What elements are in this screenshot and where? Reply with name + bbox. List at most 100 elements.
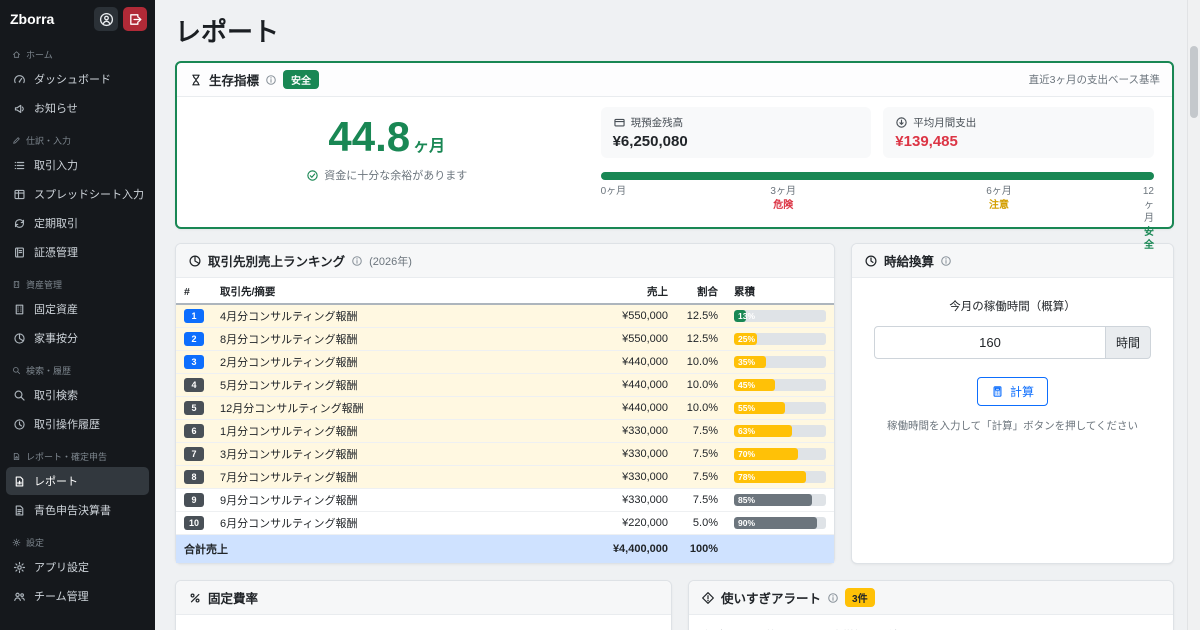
alerts-title: 使いすぎアラート <box>721 592 822 606</box>
pie-chart-icon <box>188 254 202 268</box>
survival-stats: 現預金残高 ¥6,250,080 平均月間支出 ¥139,485 0ヶ月 3ヶ月危… <box>600 107 1154 251</box>
hours-input-group: 時間 <box>874 326 1151 359</box>
clock-icon <box>864 254 878 268</box>
logout-icon <box>128 12 143 27</box>
hours-input[interactable] <box>874 326 1106 359</box>
scale-mark: 0ヶ月 <box>600 186 627 197</box>
info-icon[interactable] <box>351 255 363 267</box>
scale-mark: 3ヶ月 危険 <box>770 186 796 211</box>
total-label: 合計売上 <box>176 534 594 563</box>
ranking-item-sales: ¥550,000 <box>594 304 676 328</box>
sidebar-item[interactable]: 家事按分 <box>6 324 149 352</box>
rank-badge: 10 <box>184 516 204 530</box>
clockh-icon <box>13 418 26 431</box>
ranking-item-name: 12月分コンサルティング報酬 <box>212 396 594 420</box>
sidebar-item[interactable]: 定期取引 <box>6 209 149 237</box>
fixed-cost-title: 固定費率 <box>208 592 259 606</box>
ranking-item-name: 8月分コンサルティング報酬 <box>212 327 594 351</box>
cumulative-bar: 13% <box>734 310 826 322</box>
rank-badge: 4 <box>184 378 204 392</box>
ranking-card: 取引先別売上ランキング (2026年) # 取引先/摘要 売上 割合 累積 1 … <box>175 243 835 564</box>
rank-badge: 6 <box>184 424 204 438</box>
sidebar-item[interactable]: 固定資産 <box>6 295 149 323</box>
ranking-row: 9 9月分コンサルティング報酬 ¥330,000 7.5% 85% <box>176 488 834 512</box>
survival-progress-track <box>600 172 1154 180</box>
check-circle-icon <box>306 169 319 182</box>
scrollbar[interactable] <box>1187 0 1200 630</box>
account-button[interactable] <box>94 7 118 31</box>
fixed-cost-card-header: 固定費率 <box>176 581 671 615</box>
ranking-item-share: 10.0% <box>676 350 726 374</box>
info-icon[interactable] <box>940 255 952 267</box>
gear-icon <box>13 561 26 574</box>
fixed-cost-card: 固定費率 26.3% 固定費が売上に占める割合 <box>175 580 672 630</box>
cumulative-bar: 55% <box>734 402 826 414</box>
survival-months: 44.8 ヶ月 資金に十分な余裕があります <box>195 107 579 183</box>
ranking-item-name: 4月分コンサルティング報酬 <box>212 304 594 328</box>
rank-badge: 2 <box>184 332 204 346</box>
sidebar-item[interactable]: アプリ設定 <box>6 553 149 581</box>
ranking-item-share: 10.0% <box>676 396 726 420</box>
sidebar-item[interactable]: 取引操作履歴 <box>6 410 149 438</box>
ranking-table: # 取引先/摘要 売上 割合 累積 1 4月分コンサルティング報酬 ¥550,000… <box>176 278 834 563</box>
ranking-item-share: 12.5% <box>676 304 726 328</box>
speedo-icon <box>13 73 26 86</box>
rank-badge: 1 <box>184 309 204 323</box>
search-icon <box>12 366 21 375</box>
ranking-item-share: 7.5% <box>676 442 726 466</box>
cumulative-bar: 25% <box>734 333 826 345</box>
scale-mark: 12ヶ月 安全 <box>1142 186 1154 251</box>
page-title: レポート <box>175 17 280 47</box>
scrollbar-thumb[interactable] <box>1190 46 1198 118</box>
fixed-cost-body: 26.3% 固定費が売上に占める割合 <box>176 615 671 630</box>
mega-icon <box>13 102 26 115</box>
sidebar-item[interactable]: チーム管理 <box>6 582 149 610</box>
sidebar-item[interactable]: ダッシュボード <box>6 65 149 93</box>
repeat-icon <box>13 217 26 230</box>
sidebar-item[interactable]: 証憑管理 <box>6 238 149 266</box>
ranking-item-name: 1月分コンサルティング報酬 <box>212 419 594 443</box>
sidebar-header: Zborra <box>0 0 155 37</box>
hourglass-icon <box>189 73 203 87</box>
ranking-item-sales: ¥440,000 <box>594 396 676 420</box>
info-icon[interactable] <box>827 592 839 604</box>
ranking-item-sales: ¥330,000 <box>594 465 676 489</box>
sidebar-section-label: 資産管理 <box>0 267 155 294</box>
cash-balance-value: ¥6,250,080 <box>612 133 688 150</box>
total-sales: ¥4,400,000 <box>594 534 676 563</box>
info-icon[interactable] <box>265 74 277 86</box>
sidebar-item[interactable]: レポート <box>6 467 149 495</box>
journal-icon <box>13 246 26 259</box>
sidebar-item[interactable]: スプレッドシート入力 <box>6 180 149 208</box>
survival-card-body: 44.8 ヶ月 資金に十分な余裕があります 現預金残高 ¥6,250,080 平均… <box>177 97 1172 251</box>
rank-badge: 7 <box>184 447 204 461</box>
cash-balance-label: 現預金残高 <box>630 117 684 129</box>
arrow-down-circle-icon <box>895 116 908 129</box>
sidebar-item[interactable]: お知らせ <box>6 94 149 122</box>
ranking-row: 7 3月分コンサルティング報酬 ¥330,000 7.5% 70% <box>176 442 834 466</box>
sidebar-section-label: ホーム <box>0 37 155 64</box>
cumulative-bar: 35% <box>734 356 826 368</box>
sidebar-item[interactable]: 青色申告決算書 <box>6 496 149 524</box>
app-root: Zborra ホーム ダッシュボード お知らせ 仕訳・入力 取引入力 スプレッドシート入力… <box>0 0 1200 630</box>
person-circle-icon <box>99 12 114 27</box>
sidebar-item[interactable]: 取引検索 <box>6 381 149 409</box>
ranking-item-share: 5.0% <box>676 511 726 535</box>
ranking-item-share: 7.5% <box>676 465 726 489</box>
sidebar-item[interactable]: 取引入力 <box>6 151 149 179</box>
survival-status-badge: 安全 <box>283 70 320 89</box>
logout-button[interactable] <box>123 7 147 31</box>
calculate-button[interactable]: 計算 <box>976 377 1048 406</box>
monthly-expense-value: ¥139,485 <box>895 133 958 150</box>
ranking-item-sales: ¥330,000 <box>594 419 676 443</box>
building-icon <box>12 280 21 289</box>
rank-badge: 3 <box>184 355 204 369</box>
cash-icon <box>613 116 626 129</box>
rank-badge: 9 <box>184 493 204 507</box>
pencil-icon <box>12 136 21 145</box>
alert-diamond-icon <box>701 591 715 605</box>
ranking-item-share: 10.0% <box>676 373 726 397</box>
sidebar: Zborra ホーム ダッシュボード お知らせ 仕訳・入力 取引入力 スプレッドシート入力… <box>0 0 155 630</box>
hourly-card-body: 今月の稼働時間（概算） 時間 計算 稼働時間を入力して「計算」ボタンを押してくだ… <box>852 278 1173 453</box>
ranking-header-row: # 取引先/摘要 売上 割合 累積 <box>176 278 834 305</box>
